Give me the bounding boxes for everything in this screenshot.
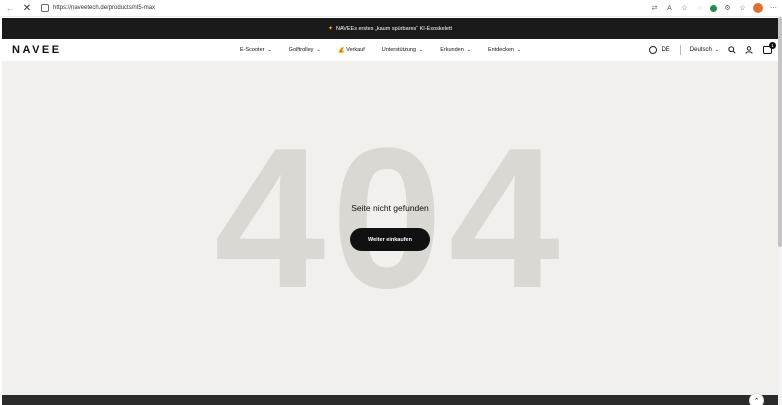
profile-icon[interactable] <box>753 3 763 13</box>
header-tools: DE Deutsch ⌄ 1 <box>640 39 776 61</box>
chevron-down-icon: ⌄ <box>714 47 719 53</box>
announcement-bar[interactable]: ✦ NAVEEs erstes „kaum spürbares“ KI-Exos… <box>2 18 778 39</box>
browser-actions: ⇄ A ☆ ◌ ⚙ ☆ ⋯ <box>650 3 778 13</box>
nav-item-unterstuetzung[interactable]: Unterstützung ⌄ <box>382 47 423 53</box>
favorite-icon[interactable]: ☆ <box>680 4 689 12</box>
globe-icon <box>649 46 658 54</box>
nav-label: Golftrolley <box>288 47 314 53</box>
continue-shopping-button[interactable]: Weiter einkaufen <box>350 228 430 251</box>
nav-label: Erkunden <box>440 47 464 53</box>
browser-toolbar: ← ✕ https://naveetech.de/products/nt5-ma… <box>0 0 782 17</box>
account-icon[interactable] <box>745 46 753 54</box>
chevron-down-icon: ⌄ <box>466 47 471 53</box>
cart-count-badge: 1 <box>769 42 776 49</box>
nav-label: Entdecken <box>487 47 514 53</box>
back-icon[interactable]: ← <box>4 2 16 14</box>
search-icon[interactable] <box>728 46 736 54</box>
chevron-down-icon: ⌄ <box>267 47 272 53</box>
navee-logo[interactable]: NAVEE <box>12 44 62 56</box>
nav-label: Unterstützung <box>381 47 417 53</box>
favorites-bar-icon[interactable]: ☆ <box>738 4 747 12</box>
chevron-up-icon: ⌃ <box>753 397 760 405</box>
scroll-to-top-button[interactable]: ⌃ <box>749 393 764 405</box>
announcement-text: NAVEEs erstes „kaum spürbares“ KI-Exoske… <box>335 25 453 32</box>
region-selector[interactable]: DE <box>649 46 670 54</box>
nav-item-e-scooter[interactable]: E-Scooter ⌄ <box>240 47 272 53</box>
stop-loading-icon[interactable]: ✕ <box>21 2 33 14</box>
page-scrollbar[interactable] <box>778 17 782 405</box>
chevron-down-icon: ⌄ <box>516 47 522 53</box>
extension-icon[interactable]: ◌ <box>695 5 704 12</box>
copilot-icon[interactable] <box>710 4 717 12</box>
translate-icon[interactable]: ⇄ <box>650 4 659 12</box>
nav-item-golftrolley[interactable]: Golftrolley ⌄ <box>289 47 321 53</box>
chevron-down-icon: ⌄ <box>316 47 321 53</box>
address-bar[interactable]: https://naveetech.de/products/nt5-max <box>39 2 639 14</box>
site-info-icon[interactable] <box>41 4 49 12</box>
not-found-message: Seite nicht gefunden <box>351 203 429 213</box>
region-label: DE <box>661 47 670 53</box>
language-label: Deutsch <box>689 47 712 53</box>
read-aloud-icon[interactable]: A <box>665 5 674 12</box>
more-icon[interactable]: ⋯ <box>769 4 778 12</box>
site-header: NAVEE E-Scooter ⌄ Golftrolley ⌄ 💰 Verkau… <box>2 39 778 61</box>
sparkle-icon: ✦ <box>327 26 333 32</box>
money-bag-icon: 💰 <box>337 47 346 54</box>
not-found-section: 404 Seite nicht gefunden Weiter einkaufe… <box>2 61 778 395</box>
nav-item-verkauf[interactable]: 💰 Verkauf <box>338 47 365 54</box>
nav-label: Verkauf <box>346 47 365 53</box>
settings-icon[interactable]: ⚙ <box>723 4 732 12</box>
scrollbar-thumb[interactable] <box>778 17 782 247</box>
nav-item-entdecken[interactable]: Entdecken ⌄ <box>488 47 521 53</box>
main-nav: E-Scooter ⌄ Golftrolley ⌄ 💰 Verkauf Unte… <box>240 39 538 61</box>
chevron-down-icon: ⌄ <box>419 47 424 53</box>
cart-icon[interactable]: 1 <box>763 42 776 54</box>
nav-item-erkunden[interactable]: Erkunden ⌄ <box>440 47 471 53</box>
footer-strip <box>2 395 778 405</box>
address-url: https://naveetech.de/products/nt5-max <box>53 5 156 11</box>
nav-label: E-Scooter <box>240 47 265 53</box>
language-selector[interactable]: Deutsch ⌄ <box>690 47 719 53</box>
error-code: 404 <box>214 107 566 330</box>
divider <box>679 45 681 55</box>
